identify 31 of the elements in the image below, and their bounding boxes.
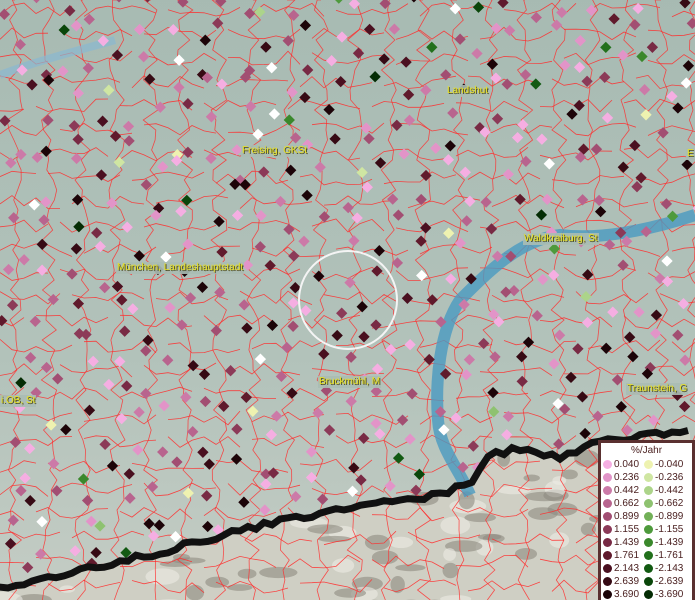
place-label: Freising, GKSt	[241, 145, 308, 157]
place-label: E	[686, 148, 695, 160]
legend-label: -0.040	[655, 458, 684, 471]
place-label: i.OB, St	[0, 395, 36, 407]
place-label: Traunstein, G	[626, 383, 688, 395]
legend-label: -0.442	[655, 484, 684, 497]
legend-label: 0.040	[614, 458, 640, 471]
legend-label: 1.761	[614, 549, 640, 562]
legend-label: 0.442	[614, 484, 640, 497]
legend-title: %/Jahr	[630, 444, 664, 457]
legend-label: 3.690	[614, 588, 640, 600]
legend-label: -0.899	[655, 510, 684, 523]
legend-label: 0.236	[614, 471, 640, 484]
place-label: Bruckmühl, M	[318, 376, 382, 388]
legend-label: 0.662	[614, 497, 640, 510]
place-label: München, Landeshauptstadt	[116, 262, 244, 274]
legend-label: -0.662	[655, 497, 684, 510]
legend-label: -2.639	[655, 575, 684, 588]
legend-label: -2.143	[655, 562, 684, 575]
legend-label: -3.690	[655, 588, 684, 600]
legend-label: -0.236	[655, 471, 684, 484]
legend-label: 2.639	[614, 575, 640, 588]
legend-label: 2.143	[614, 562, 640, 575]
place-label: Landshut	[446, 85, 490, 97]
place-label: Waldkraiburg, St	[523, 233, 599, 245]
legend-label: -1.761	[655, 549, 684, 562]
legend-label: -1.155	[655, 523, 684, 536]
legend-label: 0.899	[614, 510, 640, 523]
legend-label: -1.439	[655, 536, 684, 549]
legend-label: 1.155	[614, 523, 640, 536]
legend-label: 1.439	[614, 536, 640, 549]
